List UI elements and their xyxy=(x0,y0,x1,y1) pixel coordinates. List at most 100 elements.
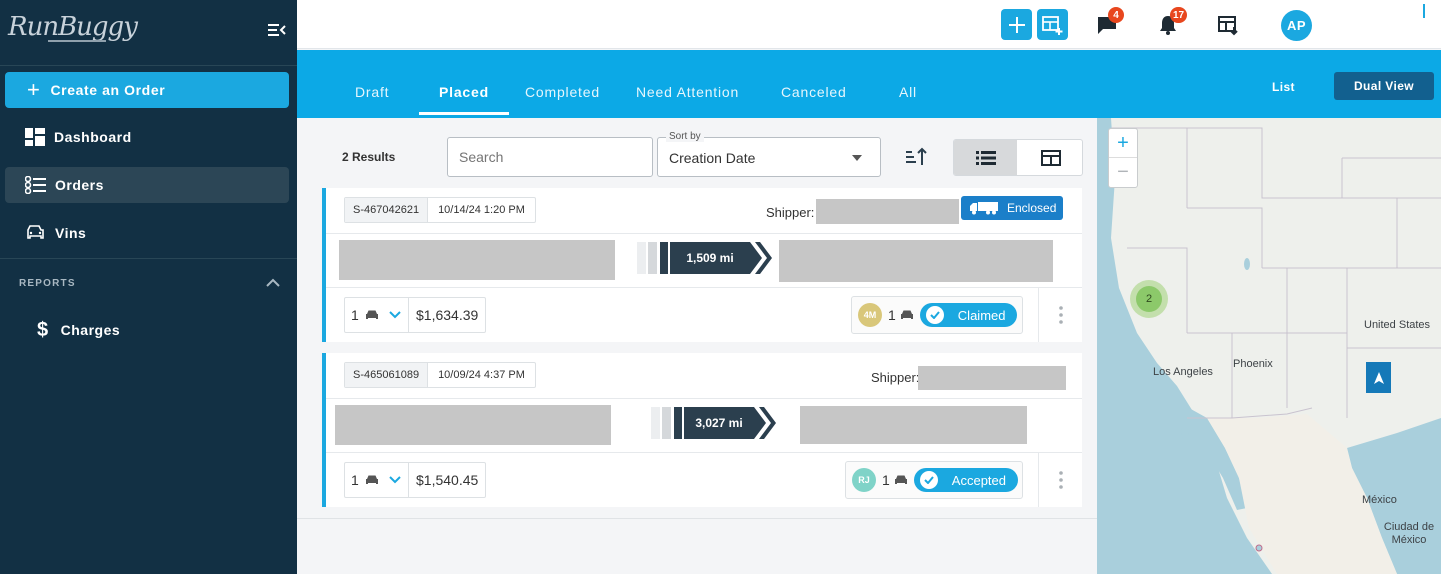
status-badge[interactable]: Accepted xyxy=(913,468,1018,492)
carrier-vehicle-count: 1 xyxy=(888,307,896,323)
vehicle-price-box: 1 $1,540.45 xyxy=(344,462,487,498)
shipper-name-redacted xyxy=(918,366,1066,390)
map-cluster-marker[interactable]: 2 xyxy=(1136,286,1162,312)
chevron-up-icon[interactable] xyxy=(266,278,280,288)
vehicle-price-box: 1 $1,634.39 xyxy=(344,297,487,333)
messages-button[interactable]: 4 xyxy=(1095,7,1124,37)
chevron-down-icon xyxy=(389,476,401,484)
map-label-phoenix: Phoenix xyxy=(1233,358,1273,370)
status-label: Accepted xyxy=(951,472,1006,488)
sidebar-item-dashboard[interactable]: Dashboard xyxy=(5,119,289,155)
status-badge[interactable]: Claimed xyxy=(919,303,1018,327)
sidebar-item-vins[interactable]: Vins xyxy=(5,215,289,251)
orders-map[interactable]: + − United States Phoenix Los Angeles Mé… xyxy=(1097,118,1441,574)
order-price: $1,540.45 xyxy=(416,472,479,488)
map-label-united-states: United States xyxy=(1364,319,1431,331)
pickup-location-redacted xyxy=(335,405,611,445)
table-layout-button[interactable] xyxy=(1018,140,1082,175)
route-bar xyxy=(662,407,671,439)
chevron-down-icon xyxy=(389,311,401,319)
tab-completed[interactable]: Completed xyxy=(525,84,600,114)
orders-list-icon xyxy=(25,176,46,194)
plus-icon xyxy=(1008,16,1025,33)
order-card[interactable]: S-467042621 10/14/24 1:20 PM Shipper: En… xyxy=(322,188,1082,342)
sort-direction-icon[interactable] xyxy=(905,147,927,167)
tab-canceled[interactable]: Canceled xyxy=(781,84,847,114)
zoom-in-button[interactable]: + xyxy=(1109,129,1137,158)
map-label-los-angeles: Los Angeles xyxy=(1153,366,1213,378)
car-icon xyxy=(27,225,44,239)
carrier-status-box: RJ 1 Accepted xyxy=(845,461,1023,499)
sidebar-item-charges[interactable]: $ Charges xyxy=(5,312,289,348)
sidebar-item-orders[interactable]: Orders xyxy=(5,167,289,203)
list-view-button[interactable]: List xyxy=(1272,80,1295,94)
table-add-icon xyxy=(1041,15,1062,35)
check-circle-icon xyxy=(919,471,938,489)
carrier-avatar: 4M xyxy=(858,303,882,327)
truck-icon xyxy=(970,202,998,215)
car-icon xyxy=(365,310,378,319)
collapse-menu-icon[interactable] xyxy=(268,22,286,38)
order-date: 10/14/24 1:20 PM xyxy=(438,204,525,216)
add-order-button[interactable] xyxy=(1001,9,1032,40)
transport-type-badge: Enclosed xyxy=(961,196,1063,220)
tab-placed[interactable]: Placed xyxy=(439,84,489,114)
sidebar-item-label: Vins xyxy=(55,225,87,241)
reports-section-label: REPORTS xyxy=(19,278,76,289)
vehicle-count: 1 xyxy=(351,307,359,323)
tab-draft[interactable]: Draft xyxy=(355,84,389,114)
layout-toggle xyxy=(953,139,1083,176)
route-bar xyxy=(637,242,646,274)
notifications-badge: 17 xyxy=(1170,7,1188,23)
kebab-menu-icon xyxy=(1058,306,1063,324)
dollar-icon: $ xyxy=(37,318,49,341)
dropoff-location-redacted xyxy=(800,406,1027,444)
create-order-label: Create an Order xyxy=(50,82,166,98)
check-circle-icon xyxy=(925,306,944,324)
scroll-indicator xyxy=(1423,4,1425,18)
order-number: S-465061089 xyxy=(345,363,429,387)
list-icon xyxy=(975,150,996,165)
pickup-location-redacted xyxy=(339,240,615,280)
navigation-arrow-button[interactable] xyxy=(1366,362,1391,393)
carrier-status-box: 4M 1 Claimed xyxy=(851,296,1023,334)
vehicle-count-toggle[interactable]: 1 xyxy=(345,298,409,332)
sidebar-divider xyxy=(0,65,297,66)
distance-label: 3,027 mi xyxy=(695,416,743,430)
car-icon xyxy=(900,310,913,319)
order-actions-menu[interactable] xyxy=(1038,453,1082,507)
tab-need-attention[interactable]: Need Attention xyxy=(636,84,739,114)
table-export-button[interactable] xyxy=(1216,13,1240,37)
sidebar-item-label: Charges xyxy=(60,322,121,338)
carrier-avatar: RJ xyxy=(852,468,876,492)
transport-type-label: Enclosed xyxy=(1007,201,1057,215)
status-label: Claimed xyxy=(957,307,1006,323)
active-tab-indicator xyxy=(419,112,509,115)
order-id-box: S-465061089 10/09/24 4:37 PM xyxy=(344,362,536,388)
sort-by-select[interactable]: Sort by Creation Date xyxy=(657,131,881,177)
order-card[interactable]: S-465061089 10/09/24 4:37 PM Shipper: 3,… xyxy=(322,353,1082,507)
order-number: S-467042621 xyxy=(345,198,429,222)
order-actions-menu[interactable] xyxy=(1038,288,1082,342)
add-table-button[interactable] xyxy=(1037,9,1068,40)
map-label-ciudad-de-mexico: Ciudad de México xyxy=(1383,521,1435,546)
divider xyxy=(326,398,1082,399)
tab-all[interactable]: All xyxy=(899,84,917,114)
messages-badge: 4 xyxy=(1108,7,1124,23)
sort-by-value: Creation Date xyxy=(669,150,756,166)
route-distance: 3,027 mi xyxy=(651,407,786,439)
create-order-button[interactable]: + Create an Order xyxy=(5,72,289,108)
route-bar xyxy=(674,407,682,439)
user-avatar[interactable]: AP xyxy=(1281,10,1312,41)
list-layout-button[interactable] xyxy=(954,140,1017,175)
sidebar-item-label: Orders xyxy=(55,177,104,193)
search-input[interactable] xyxy=(447,137,653,177)
dual-view-button[interactable]: Dual View xyxy=(1334,72,1434,100)
runbuggy-logo[interactable]: RunBuggy xyxy=(8,12,138,42)
vehicle-count-toggle[interactable]: 1 xyxy=(345,463,409,497)
divider xyxy=(326,287,1082,288)
map-label-mexico: México xyxy=(1362,494,1397,506)
zoom-out-button[interactable]: − xyxy=(1109,158,1137,187)
notifications-button[interactable]: 17 xyxy=(1156,7,1188,37)
route-bar xyxy=(648,242,657,274)
